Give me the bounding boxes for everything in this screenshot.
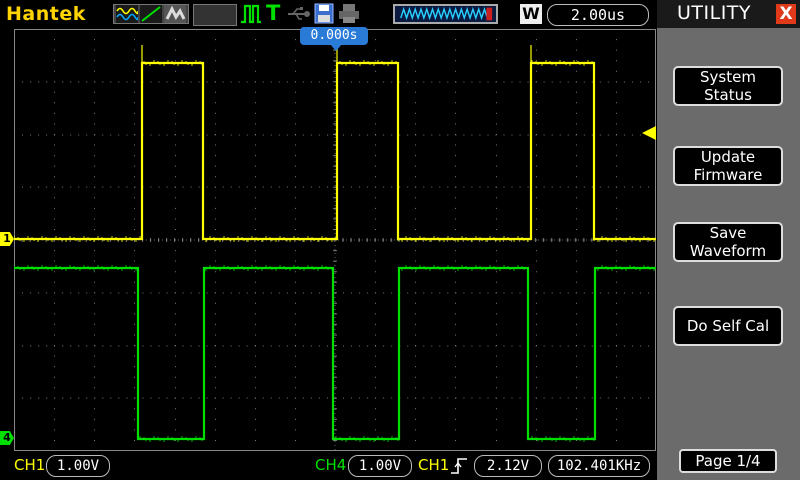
run-pulse-icon[interactable] [239,2,263,26]
ch1-label[interactable]: CH1 [14,456,45,474]
trigger-level-marker[interactable] [642,126,656,140]
trigger-type-indicator[interactable]: T [266,1,280,25]
utility-menu-panel: UTILITY X System Status Update Firmware … [657,0,800,480]
persistence-mode-icon[interactable] [164,5,186,23]
ch4-scale[interactable]: 1.00V [348,455,412,477]
top-status-bar: Hantek T W 2.00us [0,0,656,28]
waveform-display[interactable] [14,29,656,451]
close-button[interactable]: X [776,4,796,24]
line-mode-icon[interactable] [140,5,162,23]
ch1-scale[interactable]: 1.00V [46,455,110,477]
status-empty-box [193,4,237,26]
ch1-ground-marker[interactable]: 1 [0,232,14,246]
floppy-save-icon[interactable] [314,3,334,24]
trigger-position-label[interactable]: 0.000s [300,27,368,45]
self-cal-button[interactable]: Do Self Cal [673,306,783,346]
system-status-button[interactable]: System Status [673,66,783,106]
trigger-position-pointer [330,44,342,51]
ch4-ground-marker[interactable]: 4 [0,431,14,445]
frequency-readout: 102.401KHz [548,455,650,477]
bottom-status-bar: CH1 1.00V CH4 1.00V CH1 2.12V 102.401KHz [0,452,656,480]
trigger-source-label[interactable]: CH1 [418,456,449,474]
trigger-level-readout[interactable]: 2.12V [474,455,542,477]
timebase-readout[interactable]: 2.00us [547,4,649,26]
waveform-window-icon[interactable]: W [520,4,542,24]
update-firmware-button[interactable]: Update Firmware [673,146,783,186]
wave-mode-icon[interactable] [116,5,139,23]
save-waveform-button[interactable]: Save Waveform [673,222,783,262]
display-mode-group[interactable] [113,4,189,24]
printer-icon[interactable] [338,3,360,24]
memory-depth-indicator [393,4,498,24]
brand-logo: Hantek [6,3,86,25]
usb-icon [288,7,310,20]
page-indicator-button[interactable]: Page 1/4 [679,449,777,473]
menu-title: UTILITY [677,2,752,24]
rising-edge-icon [451,458,467,474]
ch4-label[interactable]: CH4 [315,456,346,474]
menu-title-bar: UTILITY X [657,0,800,28]
